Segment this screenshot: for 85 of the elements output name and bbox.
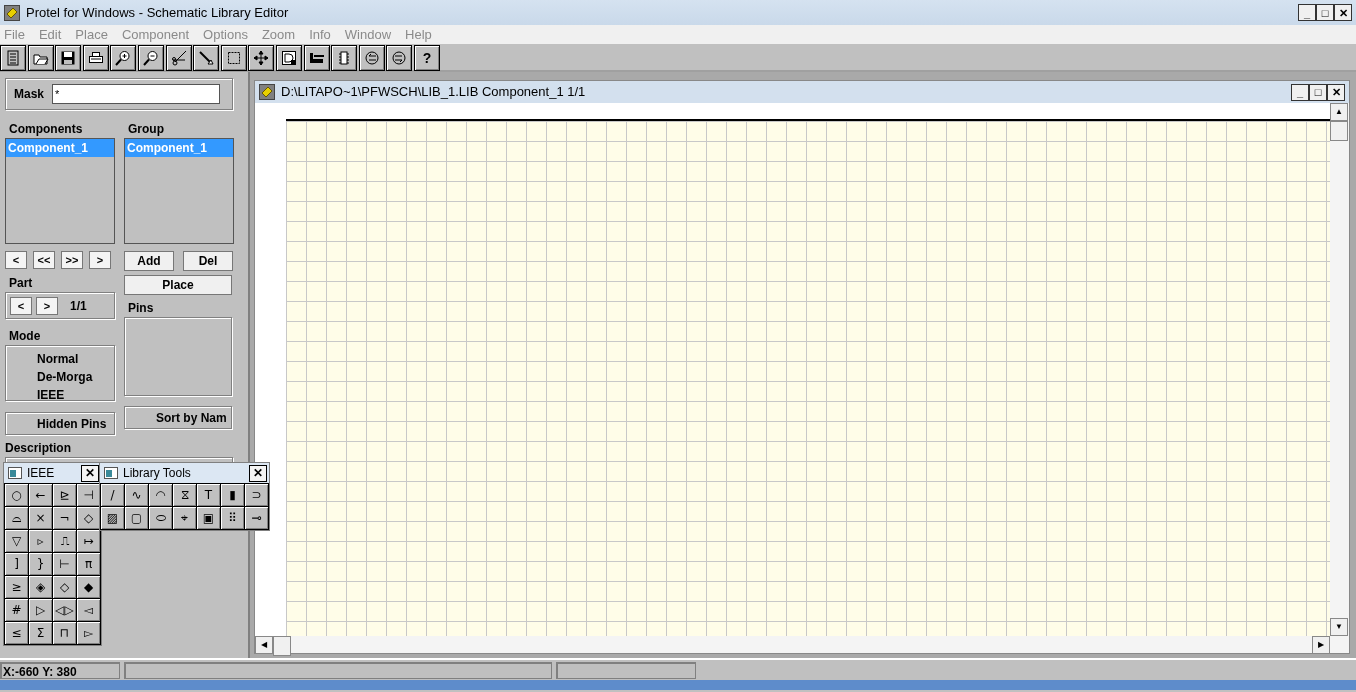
tool-button[interactable]: ⠿ xyxy=(221,507,244,529)
mask-label: Mask xyxy=(14,86,45,103)
tool-button[interactable]: ← xyxy=(29,484,52,506)
mode-option[interactable]: De-Morga xyxy=(37,368,114,386)
scroll-left-button[interactable]: ◀ xyxy=(255,636,273,654)
tool-button[interactable]: } xyxy=(29,553,52,575)
tool-button[interactable]: # xyxy=(5,599,28,621)
components-label: Components xyxy=(8,121,84,138)
nav-button[interactable]: >> xyxy=(61,251,83,269)
tool-button[interactable]: ¬ xyxy=(53,507,76,529)
tool-button[interactable]: ◠ xyxy=(149,484,172,506)
tool-button[interactable]: Σ xyxy=(29,622,52,644)
tool-button[interactable]: ◈ xyxy=(29,576,52,598)
tool-button[interactable]: π xyxy=(77,553,100,575)
tool-button[interactable]: ▮ xyxy=(221,484,244,506)
tool-button[interactable]: ▣ xyxy=(197,507,220,529)
minimize-button[interactable]: _ xyxy=(1298,4,1316,21)
tool-button[interactable]: ⌓ xyxy=(5,507,28,529)
scroll-down-button[interactable]: ▼ xyxy=(1330,618,1348,636)
mode-label: Mode xyxy=(8,328,42,345)
tool-button[interactable]: ≥ xyxy=(5,576,28,598)
tool-button[interactable]: ▹ xyxy=(29,530,52,552)
close-button[interactable]: ✕ xyxy=(1334,4,1352,21)
tool-button[interactable]: ▢ xyxy=(125,507,148,529)
nav-button[interactable]: > xyxy=(89,251,111,269)
part-label: Part xyxy=(8,275,34,292)
nav-button[interactable]: < xyxy=(5,251,27,269)
group-button[interactable]: Add xyxy=(124,251,174,271)
minimize-button[interactable]: _ xyxy=(1291,83,1309,101)
sort-by-name-label: Sort by Nam xyxy=(156,409,227,427)
tool-button[interactable]: ≤ xyxy=(5,622,28,644)
tool-button[interactable]: ◇ xyxy=(53,576,76,598)
tool-button[interactable]: T xyxy=(197,484,220,506)
tool-button[interactable]: × xyxy=(29,507,52,529)
hidden-pins-option[interactable]: Hidden Pins xyxy=(5,412,115,435)
tool-button[interactable]: ⊓ xyxy=(53,622,76,644)
tool-button[interactable]: ⌖ xyxy=(173,507,196,529)
nav-button[interactable]: << xyxy=(33,251,55,269)
hidden-pins-label: Hidden Pins xyxy=(37,415,107,433)
tool-button[interactable]: ⊢ xyxy=(53,553,76,575)
tool-button[interactable]: ⬭ xyxy=(149,507,172,529)
close-button[interactable]: ✕ xyxy=(81,464,99,482)
close-button[interactable]: ✕ xyxy=(1327,83,1345,101)
close-button[interactable]: ✕ xyxy=(249,464,267,482)
group-label: Group xyxy=(127,121,165,138)
mask-field[interactable]: * xyxy=(52,84,221,104)
tool-button[interactable]: ◆ xyxy=(77,576,100,598)
tool-button[interactable]: / xyxy=(101,484,124,506)
part-button[interactable]: < xyxy=(10,296,32,315)
help-button[interactable]: ? xyxy=(413,45,440,71)
tool-button[interactable]: ⊵ xyxy=(53,484,76,506)
tool-button[interactable]: ] xyxy=(5,553,28,575)
place-button[interactable]: Place xyxy=(124,275,232,295)
mode-option[interactable]: Normal xyxy=(37,350,114,368)
tool-button[interactable]: ○ xyxy=(5,484,28,506)
part-button[interactable]: > xyxy=(36,296,58,315)
window-title: Protel for Windows - Schematic Library Editor xyxy=(26,3,289,22)
tool-button[interactable]: ▷ xyxy=(29,599,52,621)
description-label: Description xyxy=(5,440,72,457)
tool-button[interactable]: ◁▷ xyxy=(53,599,76,621)
status-coordinates: X:-660 Y: 380 xyxy=(0,662,120,679)
maximize-button[interactable]: □ xyxy=(1316,4,1334,21)
maximize-button[interactable]: □ xyxy=(1309,83,1327,101)
tool-button[interactable]: ▽ xyxy=(5,530,28,552)
tool-button[interactable]: ⧖ xyxy=(173,484,196,506)
document-title: D:\LITAPO~1\PFWSCH\LIB_1.LIB Component_1 1/1 xyxy=(281,83,586,102)
tool-button[interactable]: ⎍ xyxy=(53,530,76,552)
tool-button[interactable]: ∿ xyxy=(125,484,148,506)
tool-button[interactable]: ◇ xyxy=(77,507,100,529)
scroll-up-button[interactable]: ▲ xyxy=(1330,103,1348,121)
palette-title: IEEE xyxy=(27,465,55,482)
tool-button[interactable]: ⊣ xyxy=(77,484,100,506)
part-number: 1/1 xyxy=(70,297,87,315)
tool-button[interactable]: ↦ xyxy=(77,530,100,552)
palette-title: Library Tools xyxy=(123,465,191,482)
sort-by-name-option[interactable]: Sort by Nam xyxy=(124,406,232,429)
tool-button[interactable]: ⊸ xyxy=(245,507,268,529)
tool-button[interactable]: ⊃ xyxy=(245,484,268,506)
group-button[interactable]: Del xyxy=(183,251,233,271)
pins-label: Pins xyxy=(127,300,155,317)
tool-button[interactable]: ▨ xyxy=(101,507,124,529)
scroll-right-button[interactable]: ▶ xyxy=(1312,636,1330,654)
mode-option[interactable]: IEEE xyxy=(37,386,114,404)
tool-button[interactable]: ▻ xyxy=(77,622,100,644)
tool-button[interactable]: ◅ xyxy=(77,599,100,621)
